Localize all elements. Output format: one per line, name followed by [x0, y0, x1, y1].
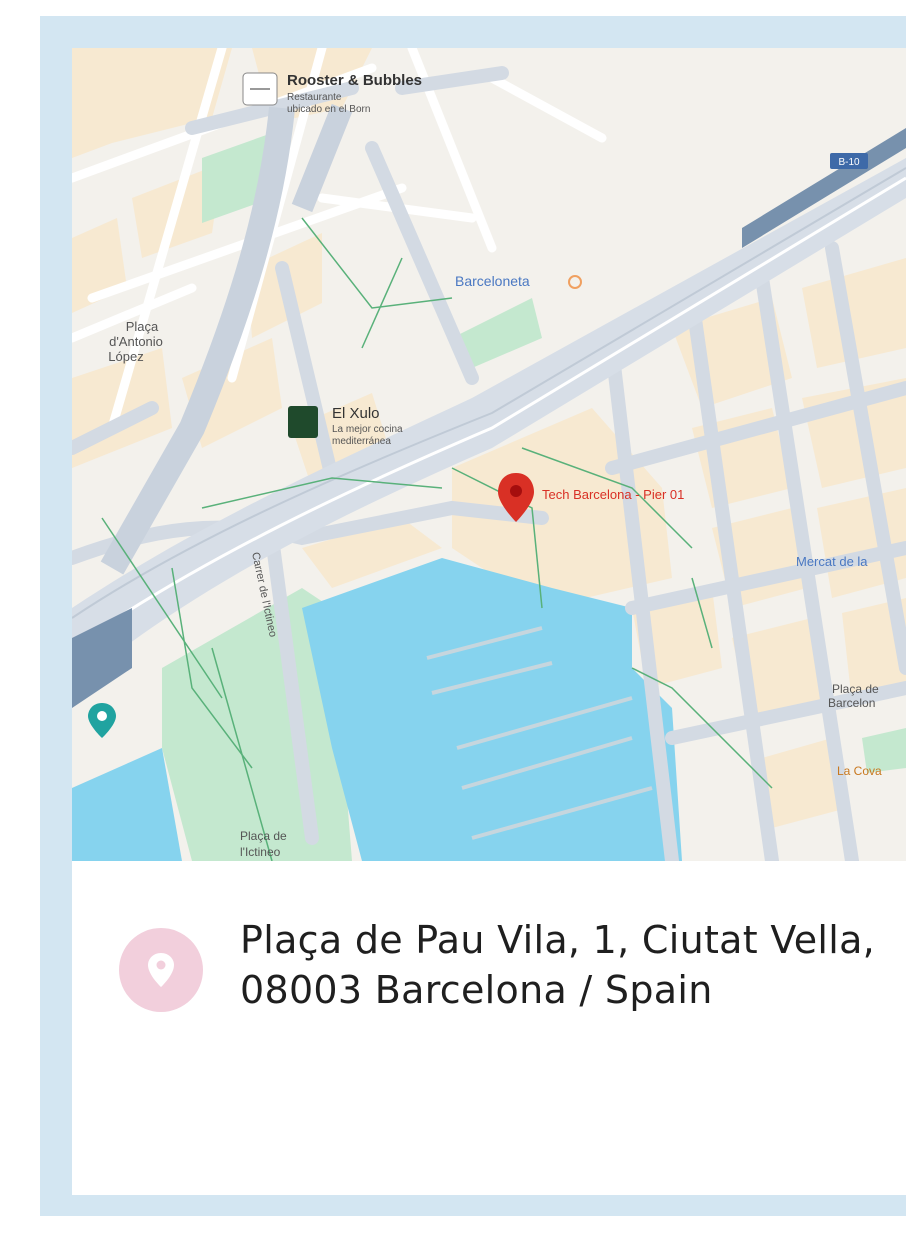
address-text: Plaça de Pau Vila, 1, Ciutat Vella, 0800… [240, 915, 890, 1015]
svg-text:d'Antonio: d'Antonio [109, 334, 163, 349]
svg-text:Plaça: Plaça [126, 319, 159, 334]
placa-barcelo-label-2: Barcelon [828, 696, 875, 710]
el-xulo-name: El Xulo [332, 405, 380, 422]
address-section: Plaça de Pau Vila, 1, Ciutat Vella, 0800… [72, 861, 906, 1195]
road-badge-b10: B-10 [830, 153, 868, 169]
address-line-2: 08003 Barcelona / Spain [240, 968, 713, 1012]
tech-barcelona-label: Tech Barcelona - Pier 01 [542, 487, 684, 502]
placa-ictineo-label-1: Plaça de [240, 829, 287, 843]
el-xulo-logo-icon [288, 406, 318, 438]
rooster-name: Rooster & Bubbles [287, 72, 422, 89]
map-canvas[interactable]: B-10 Rooster & Bubbles Restaurante ubica… [72, 48, 906, 861]
location-pin-badge [119, 928, 203, 1012]
rooster-desc-2: ubicado en el Born [287, 104, 370, 115]
placa-ictineo-label-2: l'Ictineo [240, 845, 281, 859]
placa-barcelo-label-1: Plaça de [832, 682, 879, 696]
address-line-1: Plaça de Pau Vila, 1, Ciutat Vella, [240, 918, 876, 962]
rooster-desc-1: Restaurante [287, 92, 342, 103]
road-badge-label: B-10 [838, 157, 860, 168]
svg-text:López: López [108, 349, 143, 364]
embedded-map[interactable]: B-10 Rooster & Bubbles Restaurante ubica… [72, 48, 906, 861]
location-pin-icon [148, 953, 174, 987]
location-card: B-10 Rooster & Bubbles Restaurante ubica… [72, 48, 906, 1195]
mercat-label: Mercat de la [796, 554, 868, 569]
barceloneta-label: Barceloneta [455, 273, 530, 289]
la-cova-label: La Cova [837, 764, 882, 778]
el-xulo-desc-1: La mejor cocina [332, 424, 403, 435]
el-xulo-desc-2: mediterránea [332, 436, 391, 447]
